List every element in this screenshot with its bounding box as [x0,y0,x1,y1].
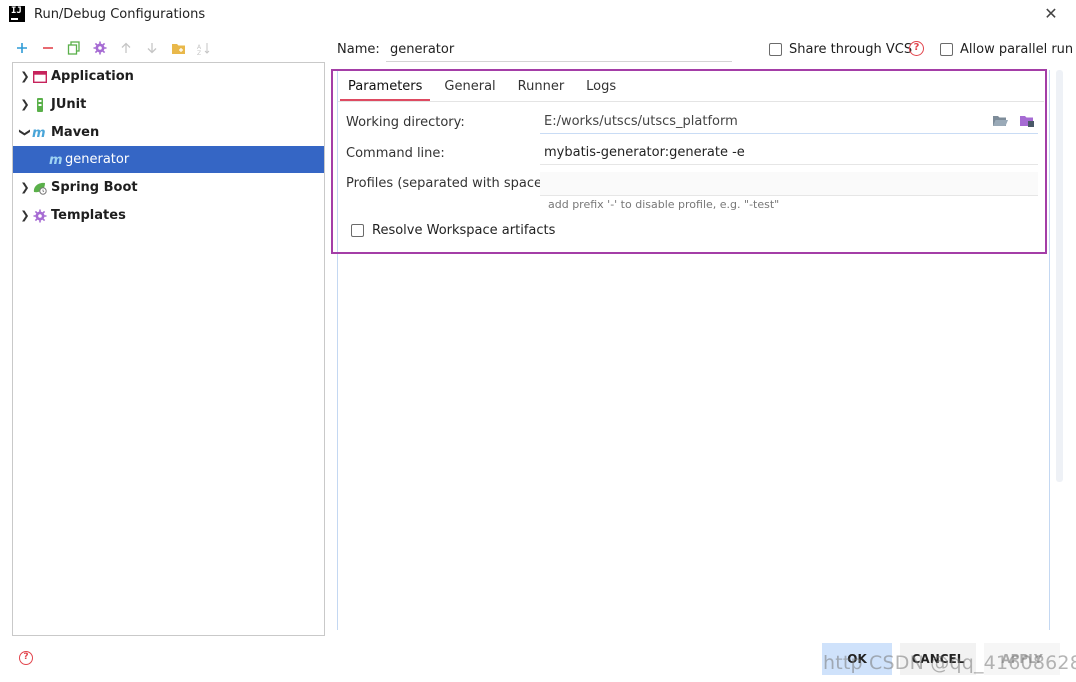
name-field[interactable] [386,38,732,62]
cancel-button[interactable]: CANCEL [900,643,976,675]
tab-runner[interactable]: Runner [510,76,573,102]
chevron-right-icon[interactable]: ❯ [18,98,32,111]
allow-parallel-option[interactable]: Allow parallel run [940,42,1073,57]
allow-parallel-label: Allow parallel run [960,42,1074,57]
tab-bar: Parameters General Runner Logs [340,76,630,102]
settings-icon[interactable] [92,40,108,56]
maven-icon: m [32,125,48,141]
tree-item-junit[interactable]: ❯ JUnit [13,91,324,118]
allow-parallel-checkbox[interactable] [940,43,953,56]
tab-general[interactable]: General [436,76,503,102]
tree-item-spring-boot[interactable]: ❯ Spring Boot [13,174,324,201]
share-vcs-label: Share through VCS [789,42,913,57]
module-folder-icon[interactable] [1019,114,1037,130]
tab-parameters[interactable]: Parameters [340,76,431,102]
chevron-right-icon[interactable]: ❯ [18,181,32,194]
tree-item-application[interactable]: ❯ Application [13,63,324,90]
tree-item-label: Templates [51,208,126,223]
chevron-right-icon[interactable]: ❯ [18,209,32,222]
tree-item-label: JUnit [51,97,87,112]
share-vcs-option[interactable]: Share through VCS [769,42,912,57]
gear-icon [32,208,48,224]
title-bar: IJ Run/Debug Configurations ✕ [0,0,1076,30]
close-icon[interactable]: ✕ [1041,4,1061,24]
vertical-scrollbar[interactable] [1056,70,1063,482]
tree-item-label: Spring Boot [51,180,138,195]
apply-button[interactable]: APPLY [984,643,1060,675]
name-label: Name: [337,42,380,57]
resolve-workspace-checkbox[interactable] [351,224,364,237]
copy-icon[interactable] [66,40,82,56]
command-line-label: Command line: [346,146,445,161]
tree-item-generator[interactable]: m generator [13,146,324,173]
tree-item-label: Application [51,69,134,84]
tab-logs[interactable]: Logs [578,76,624,102]
tree-item-templates[interactable]: ❯ Templates [13,202,324,229]
chevron-down-icon[interactable]: ❯ [19,126,32,140]
ok-button[interactable]: OK [822,643,892,675]
help-icon[interactable]: ? [909,41,924,56]
profiles-hint: add prefix '-' to disable profile, e.g. … [548,198,780,211]
sort-icon[interactable]: AZ [196,40,212,56]
help-icon[interactable]: ? [19,651,33,665]
maven-icon: m [49,152,65,168]
remove-icon[interactable] [40,40,56,56]
window-title: Run/Debug Configurations [34,7,206,22]
svg-text:m: m [49,154,63,166]
folder-open-icon[interactable] [992,114,1010,130]
add-icon[interactable] [14,40,30,56]
working-directory-label: Working directory: [346,115,465,130]
resolve-workspace-label: Resolve Workspace artifacts [372,223,556,238]
svg-text:Z: Z [197,50,201,55]
chevron-right-icon[interactable]: ❯ [18,70,32,83]
share-vcs-checkbox[interactable] [769,43,782,56]
junit-icon [32,97,48,113]
move-up-icon[interactable] [118,40,134,56]
configuration-tree: ❯ Application ❯ JUnit ❯ m Maven m genera… [12,62,325,636]
application-icon [32,69,48,85]
tree-toolbar: AZ [14,38,212,58]
spring-boot-icon [32,180,48,196]
profiles-label: Profiles (separated with space): [346,176,552,191]
svg-text:m: m [32,127,46,139]
profiles-field[interactable] [540,172,1038,196]
tree-item-label: Maven [51,125,100,140]
tab-divider [338,101,1044,102]
tree-item-label: generator [65,152,130,167]
tree-item-maven[interactable]: ❯ m Maven [13,119,324,146]
working-directory-field[interactable] [540,110,1038,134]
new-folder-icon[interactable] [170,40,186,56]
move-down-icon[interactable] [144,40,160,56]
intellij-logo-icon: IJ [9,6,25,22]
command-line-field[interactable] [540,141,1038,165]
resolve-workspace-option[interactable]: Resolve Workspace artifacts [351,223,555,238]
app-icon-text: IJ [11,6,22,16]
